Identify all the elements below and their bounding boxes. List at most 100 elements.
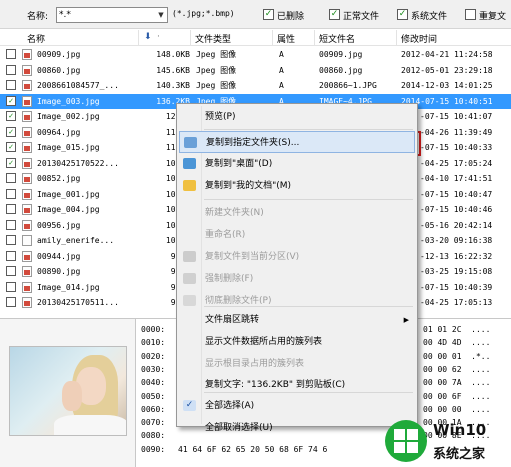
cell-short-name: 00860.jpg — [319, 65, 363, 75]
cell-attr: A — [279, 81, 284, 90]
menu-item[interactable]: 复制文字: "136.2KB" 到剪贴板(C) — [179, 374, 415, 396]
hex-offset: 0000: — [141, 325, 166, 334]
cell-modified-time: -07-15 10:40:46 — [420, 205, 493, 214]
file-icon — [22, 173, 32, 184]
hex-offset: 0040: — [141, 378, 166, 388]
row-checkbox[interactable]: ✓ — [6, 157, 16, 168]
column-attr[interactable]: 属性 — [277, 32, 295, 45]
row-checkbox[interactable]: ✓ — [6, 111, 16, 121]
deleted-checkbox-label: 已删除 — [277, 12, 305, 22]
hex-bytes-ascii: 00 00 00 .... — [423, 404, 491, 414]
menu-item[interactable]: ✓ 全部选择(A) — [179, 395, 415, 417]
menu-item: 强制删除(F) — [179, 268, 415, 290]
row-checkbox[interactable] — [6, 250, 16, 261]
normal-files-checkbox-label: 正常文件 — [343, 12, 380, 22]
table-row[interactable]: 00860.jpg 145.6KB Jpeg 图像 A 00860.jpg 2012-05… — [0, 63, 511, 78]
cell-name: Image_001.jpg — [37, 189, 100, 199]
cell-name: 00964.jpg — [37, 127, 81, 137]
menu-item: 新建文件夹(N) — [179, 202, 415, 224]
column-type[interactable]: 文件类型 — [195, 32, 231, 45]
duplicate-files-checkbox[interactable] — [465, 9, 476, 20]
menu-item-label: 强制删除(F) — [205, 274, 254, 284]
menu-item[interactable]: 显示文件数据所占用的簇列表 — [179, 331, 415, 353]
menu-item-label: 复制到"桌面"(D) — [205, 159, 273, 169]
row-checkbox[interactable] — [6, 235, 16, 245]
hex-offset: 0050: — [141, 391, 166, 401]
hex-bytes-ascii: 00 00 62 .... — [423, 364, 491, 374]
folder-icon — [183, 180, 196, 191]
column-short-name[interactable]: 短文件名 — [319, 32, 355, 45]
row-checkbox[interactable] — [6, 219, 16, 230]
row-checkbox[interactable] — [6, 80, 16, 90]
file-recovery-window: 名称: *.* ▼ (*.jpg;*.bmp) ✓ 已删除 ✓ 正常文件 ✓ 系… — [0, 0, 511, 467]
cell-modified-time: -12-13 16:22:32 — [420, 251, 493, 261]
menu-item[interactable]: 复制到"我的文档"(M) — [179, 175, 415, 197]
row-checkbox[interactable] — [6, 64, 16, 75]
file-icon — [22, 188, 32, 200]
menu-separator — [204, 199, 413, 200]
file-icon — [22, 126, 32, 138]
hex-offset: 0060: — [141, 404, 166, 414]
row-checkbox[interactable] — [6, 188, 16, 199]
cell-name: 00909.jpg — [37, 50, 81, 59]
row-checkbox[interactable]: ✓ — [6, 95, 16, 106]
desktop-icon — [183, 158, 196, 169]
duplicate-files-checkbox-label: 重复文 — [479, 12, 507, 22]
menu-item[interactable]: 预览(P) — [179, 106, 415, 128]
table-row[interactable]: 00909.jpg 148.0KB Jpeg 图像 A 00909.jpg 2012-04… — [0, 47, 511, 62]
file-icon — [22, 297, 32, 308]
system-files-checkbox[interactable]: ✓ — [397, 9, 408, 20]
menu-item[interactable]: 复制到指定文件夹(S)... — [179, 131, 415, 153]
column-name[interactable]: 名称 — [27, 32, 45, 45]
hex-bytes-ascii: 00 00 6F .... — [423, 391, 491, 401]
cell-modified-time: -07-15 10:40:33 — [420, 143, 493, 152]
row-checkbox[interactable] — [6, 281, 16, 292]
file-icon — [22, 111, 32, 122]
row-checkbox[interactable]: ✓ — [6, 142, 16, 152]
row-checkbox[interactable] — [6, 49, 16, 59]
hex-bytes-ascii: 00 00 01 .*.. — [423, 351, 491, 361]
menu-item[interactable]: 全部取消选择(U) — [179, 417, 415, 439]
chevron-down-icon[interactable]: ▼ — [155, 8, 167, 22]
row-checkbox[interactable] — [6, 204, 16, 214]
filter-bar: 名称: *.* ▼ (*.jpg;*.bmp) ✓ 已删除 ✓ 正常文件 ✓ 系… — [0, 0, 511, 29]
cell-name: Image_015.jpg — [37, 143, 100, 152]
download-arrow-icon[interactable]: ⬇ — [144, 32, 152, 42]
table-row[interactable]: 2008661084577_... 140.3KB Jpeg 图像 A 200866~1… — [0, 78, 511, 93]
menu-item-label: 全部取消选择(U) — [205, 423, 273, 433]
cell-attr: A — [279, 50, 284, 59]
menu-item-label: 全部选择(A) — [205, 401, 255, 411]
file-icon — [22, 142, 32, 153]
menu-item-label: 复制文件到当前分区(V) — [205, 252, 300, 262]
thumbnail-area — [0, 319, 136, 467]
hex-offset: 0010: — [141, 338, 166, 348]
deleted-checkbox[interactable]: ✓ — [263, 9, 274, 20]
cell-name: 00860.jpg — [37, 65, 81, 75]
row-checkbox[interactable]: ✓ — [6, 126, 16, 137]
menu-item-label: 文件扇区跳转 — [205, 315, 260, 325]
menu-item[interactable]: 文件扇区跳转 ▶ — [179, 309, 415, 331]
row-checkbox[interactable] — [6, 266, 16, 276]
normal-files-checkbox[interactable]: ✓ — [329, 9, 340, 20]
cell-name: 00852.jpg — [37, 174, 81, 183]
check-icon: ✓ — [183, 400, 196, 411]
name-filter-input[interactable]: *.* ▼ — [56, 7, 168, 23]
file-list-header: 名称 ⬇ · 文件类型 属性 短文件名 修改时间 — [0, 29, 511, 46]
cell-name: 2008661084577_... — [37, 81, 119, 90]
cell-name: 20130425170511... — [37, 298, 119, 307]
hex-bytes-ascii: 00 4D 4D .... — [423, 338, 491, 348]
name-filter-value: *.* — [59, 10, 71, 20]
row-checkbox[interactable] — [6, 297, 16, 307]
column-modified-time[interactable]: 修改时间 — [401, 32, 437, 45]
column-size[interactable]: · — [157, 32, 160, 42]
cell-attr: A — [279, 65, 284, 75]
cell-modified-time: -03-25 19:15:08 — [420, 267, 493, 276]
image-thumbnail — [9, 346, 127, 436]
copy-partition-icon — [183, 251, 196, 262]
file-icon — [22, 219, 32, 231]
file-icon — [22, 95, 32, 107]
menu-item[interactable]: 复制到"桌面"(D) — [179, 153, 415, 175]
row-checkbox[interactable] — [6, 173, 16, 183]
cell-size: 148.0KB — [156, 50, 190, 59]
cell-short-name: 200866~1.JPG — [319, 81, 377, 90]
